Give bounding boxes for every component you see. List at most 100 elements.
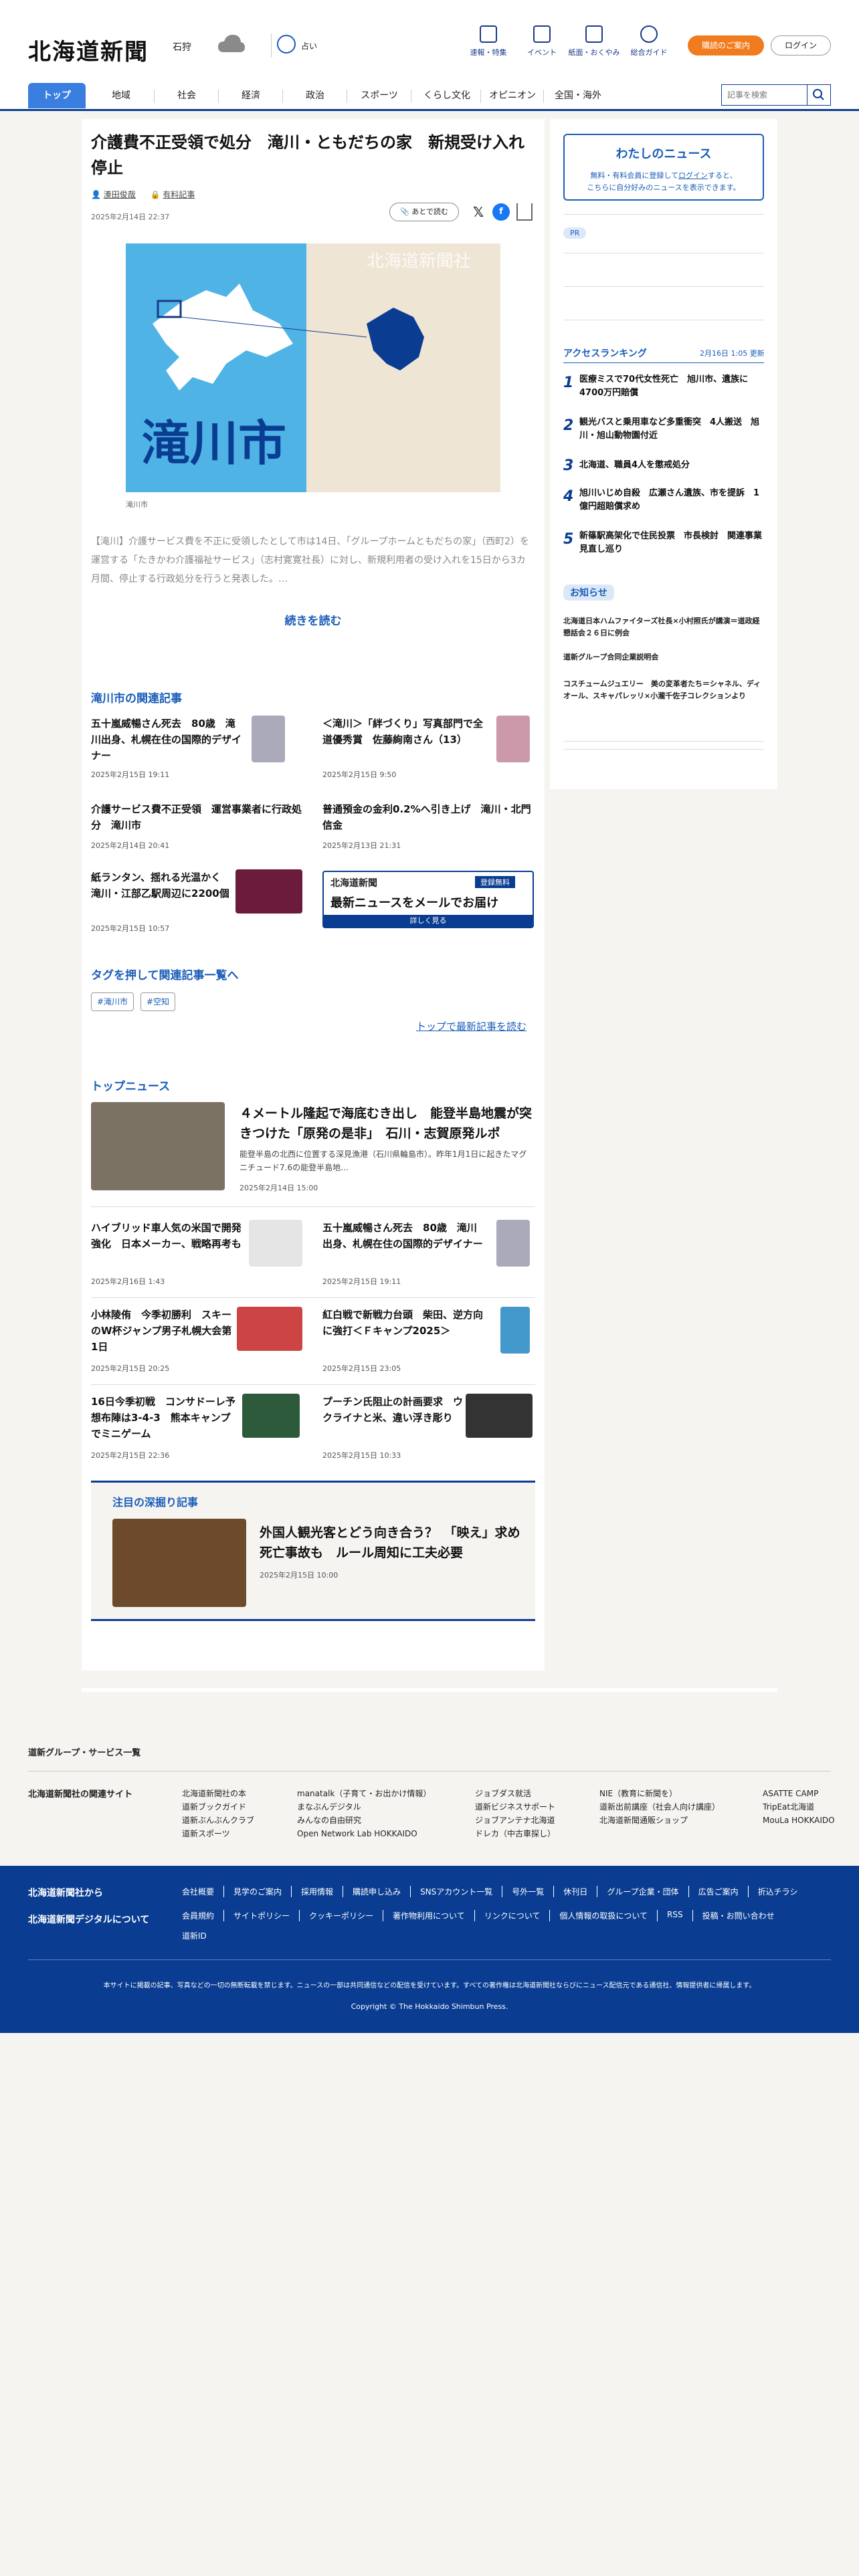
top-news-item[interactable]: 紅白戦で新戦力台頭 柴田、逆方向に強打＜Ｆキャンプ2025＞ 2025年2月15…: [322, 1307, 535, 1380]
read-more-link[interactable]: 続きを読む: [82, 611, 545, 628]
related-sites-label: 北海道新聞社の関連サイト: [28, 1790, 133, 1800]
footer-link[interactable]: クッキーポリシー: [309, 1910, 384, 1921]
footer-link[interactable]: SNSアカウント一覧: [420, 1886, 503, 1897]
paid-label[interactable]: 有料記事: [163, 190, 195, 199]
footer-row: 会員規約 サイトポリシー クッキーポリシー 著作物利用について リンクについて 個人情報の…: [182, 1910, 838, 1921]
article-body: 【滝川】介護サービス費を不正に受領したとして市は14日、「グループホームともだち…: [91, 536, 530, 584]
header-nav-breaking[interactable]: 速報・特集: [462, 25, 515, 58]
top-news-item[interactable]: プーチン氏阻止の計画要求 ウクライナと米、違い浮き彫り 2025年2月15日 1…: [322, 1394, 535, 1467]
footer-link[interactable]: 折込チラシ: [758, 1886, 798, 1897]
top-news-lead[interactable]: ４メートル隆起で海底むき出し 能登半島地震が突きつけた「原発の是非」 石川・志賀…: [91, 1102, 535, 1198]
notice-item[interactable]: コスチュームジュエリー 美の変革者たち＝シャネル、ディオール、スキャパレッリ×小…: [563, 678, 764, 702]
fortune-icon[interactable]: [277, 35, 296, 53]
footer-link[interactable]: 著作物利用について: [393, 1910, 475, 1921]
footer-link[interactable]: サイトポリシー: [233, 1910, 300, 1921]
author-link[interactable]: 湊田俊哉: [104, 190, 136, 199]
top-latest-link[interactable]: トップで最新記事を読む: [416, 1019, 527, 1033]
footer-link[interactable]: 休刊日: [563, 1886, 598, 1897]
group-services-link[interactable]: 道新グループ・サービス一覧: [28, 1745, 140, 1758]
footer-link[interactable]: 投稿・お問い合わせ: [702, 1910, 775, 1921]
related-item[interactable]: 紙ランタン、揺れる光温かく 滝川・江部乙駅周辺に2200個 2025年2月15日…: [91, 869, 304, 933]
top-news-item[interactable]: 五十嵐威暢さん死去 80歳 滝川出身、札幌在住の国際的デザイナー 2025年2月…: [322, 1220, 535, 1293]
divider: [563, 749, 764, 750]
footer-link[interactable]: 広告ご案内: [698, 1886, 749, 1897]
cloud-weather-icon: [218, 35, 245, 52]
article-image[interactable]: 北海道新聞社 滝川市: [126, 243, 500, 492]
divider: [28, 1771, 831, 1772]
fortune-link[interactable]: 占い: [301, 40, 317, 51]
header-nav-events[interactable]: イベント: [515, 25, 569, 58]
ranking-item[interactable]: 3 北海道、職員4人を懲戒処分: [563, 457, 764, 479]
notice-item[interactable]: 北海道日本ハムファイターズ社長×小村照氏が講演＝道政経懇話会２６日に例会: [563, 615, 764, 639]
footer-link[interactable]: RSS: [667, 1910, 693, 1921]
share-icon[interactable]: [516, 203, 533, 221]
email-banner[interactable]: 北海道新聞 登録無料 最新ニュースをメールでお届け 詳しく見る: [322, 871, 534, 928]
my-news-login-link[interactable]: ログイン: [678, 171, 708, 180]
related-item[interactable]: 普通預金の金利0.2%へ引き上げ 滝川・北門信金 2025年2月13日 21:3…: [322, 801, 535, 850]
tab-region[interactable]: 地域: [91, 83, 151, 108]
footer-link[interactable]: 購読申し込み: [353, 1886, 411, 1897]
tab-culture[interactable]: くらし文化: [413, 83, 480, 108]
footer-link[interactable]: 個人情報の取扱について: [559, 1910, 658, 1921]
footer-link[interactable]: 号外一覧: [512, 1886, 555, 1897]
site-logo[interactable]: 北海道新聞: [28, 33, 149, 66]
tab-economy[interactable]: 経済: [221, 83, 281, 108]
login-button[interactable]: ログイン: [771, 35, 831, 56]
tags-heading: タグを押して関連記事一覧へ: [91, 969, 239, 982]
footer-link[interactable]: 会社概要: [182, 1886, 225, 1897]
tab-opinion[interactable]: オピニオン: [482, 83, 543, 108]
top-news-item[interactable]: ハイブリッド車人気の米国で開発強化 日本メーカー、戦略再考も 2025年2月16…: [91, 1220, 304, 1293]
tab-top[interactable]: トップ: [28, 83, 86, 108]
read-later-button[interactable]: 📎 あとで読む: [389, 203, 459, 221]
top-news-item[interactable]: 16日今季初戦 コンサドーレ予想布陣は3-4-3 熊本キャンプでミニゲーム 20…: [91, 1394, 304, 1467]
region-selector[interactable]: 石狩: [173, 40, 191, 53]
footer-link[interactable]: グループ企業・団体: [607, 1886, 689, 1897]
top-news-item[interactable]: 小林陵侑 今季初勝利 スキーのW杯ジャンプ男子札幌大会第1日 2025年2月15…: [91, 1307, 304, 1380]
search-input[interactable]: [721, 84, 808, 106]
tab-society[interactable]: 社会: [157, 83, 217, 108]
tab-politics[interactable]: 政治: [285, 83, 345, 108]
footer-link[interactable]: 採用情報: [301, 1886, 344, 1897]
notice-item[interactable]: 道新グループ合同企業説明会: [563, 651, 764, 663]
x-share-icon[interactable]: 𝕏: [470, 203, 487, 221]
header-nav-guide[interactable]: 総合ガイド: [622, 25, 676, 58]
footer-links: 道新グループ・サービス一覧 北海道新聞社の関連サイト 北海道新聞社の本 道新ブック…: [0, 1692, 859, 1866]
news-thumb: [466, 1394, 533, 1438]
header-nav-paper[interactable]: 紙面・おくやみ: [567, 25, 621, 58]
image-caption: 滝川市: [126, 500, 148, 509]
divider: [91, 1206, 535, 1207]
sidebar: わたしのニュース 無料・有料会員に登録してログインすると、 こちらに自分好みのニュ…: [550, 119, 777, 789]
my-news-text: 無料・有料会員に登録してログインすると、 こちらに自分好みのニュースを表示できます…: [587, 171, 741, 192]
header-divider: [271, 33, 272, 58]
ranking-heading[interactable]: アクセスランキング: [563, 346, 647, 360]
footer-link[interactable]: 道新ID: [182, 1930, 207, 1941]
tag-button[interactable]: #空知: [140, 992, 176, 1011]
ranking-item[interactable]: 4 旭川いじめ自殺 広瀬さん遺族、市を提訴 1億円超賠償求め: [563, 487, 764, 520]
newspaper-icon: [585, 25, 603, 43]
facebook-share-icon[interactable]: f: [492, 203, 510, 221]
nav-divider: [218, 90, 219, 103]
related-item[interactable]: ＜滝川＞「絆づくり」写真部門で全道優秀賞 佐藤絢南さん（13） 2025年2月1…: [322, 716, 535, 779]
nav-divider: [543, 90, 544, 103]
notice-heading[interactable]: お知らせ: [563, 584, 614, 601]
related-thumb: [496, 716, 530, 762]
footer-link[interactable]: リンクについて: [484, 1910, 551, 1921]
search-button[interactable]: [807, 84, 831, 106]
tab-sports[interactable]: スポーツ: [349, 83, 409, 108]
related-item[interactable]: 五十嵐威暢さん死去 80歳 滝川出身、札幌在住の国際的デザイナー 2025年2月…: [91, 716, 304, 779]
tab-world[interactable]: 全国・海外: [545, 83, 611, 108]
divider: [28, 1959, 831, 1960]
ranking-item[interactable]: 1 医療ミスで70代女性死亡 旭川市、遺族に4700万円賠償: [563, 373, 764, 407]
related-item[interactable]: 介護サービス費不正受領 運営事業者に行政処分 滝川市 2025年2月14日 20…: [91, 801, 304, 850]
divider: [91, 1297, 535, 1298]
feature-article[interactable]: 外国人観光客とどう向き合う？ 「映え」求め死亡事故も ルール周知に工夫必要 20…: [112, 1519, 527, 1612]
footer-digital-label: 北海道新聞デジタルについて: [28, 1915, 150, 1925]
footer-link[interactable]: 見学のご案内: [233, 1886, 292, 1897]
ranking-item[interactable]: 5 新篠駅高架化で住民投票 市長検討 関連事業見直し巡り: [563, 530, 764, 563]
footer-link[interactable]: 会員規約: [182, 1910, 225, 1921]
feature-thumb: [112, 1519, 246, 1607]
subscribe-button[interactable]: 購読のご案内: [688, 35, 764, 56]
tag-button[interactable]: #滝川市: [91, 992, 134, 1011]
top-news-heading: トップニュース: [91, 1080, 171, 1093]
ranking-item[interactable]: 2 観光バスと乗用車など多重衝突 4人搬送 旭川・旭山動物園付近: [563, 416, 764, 449]
